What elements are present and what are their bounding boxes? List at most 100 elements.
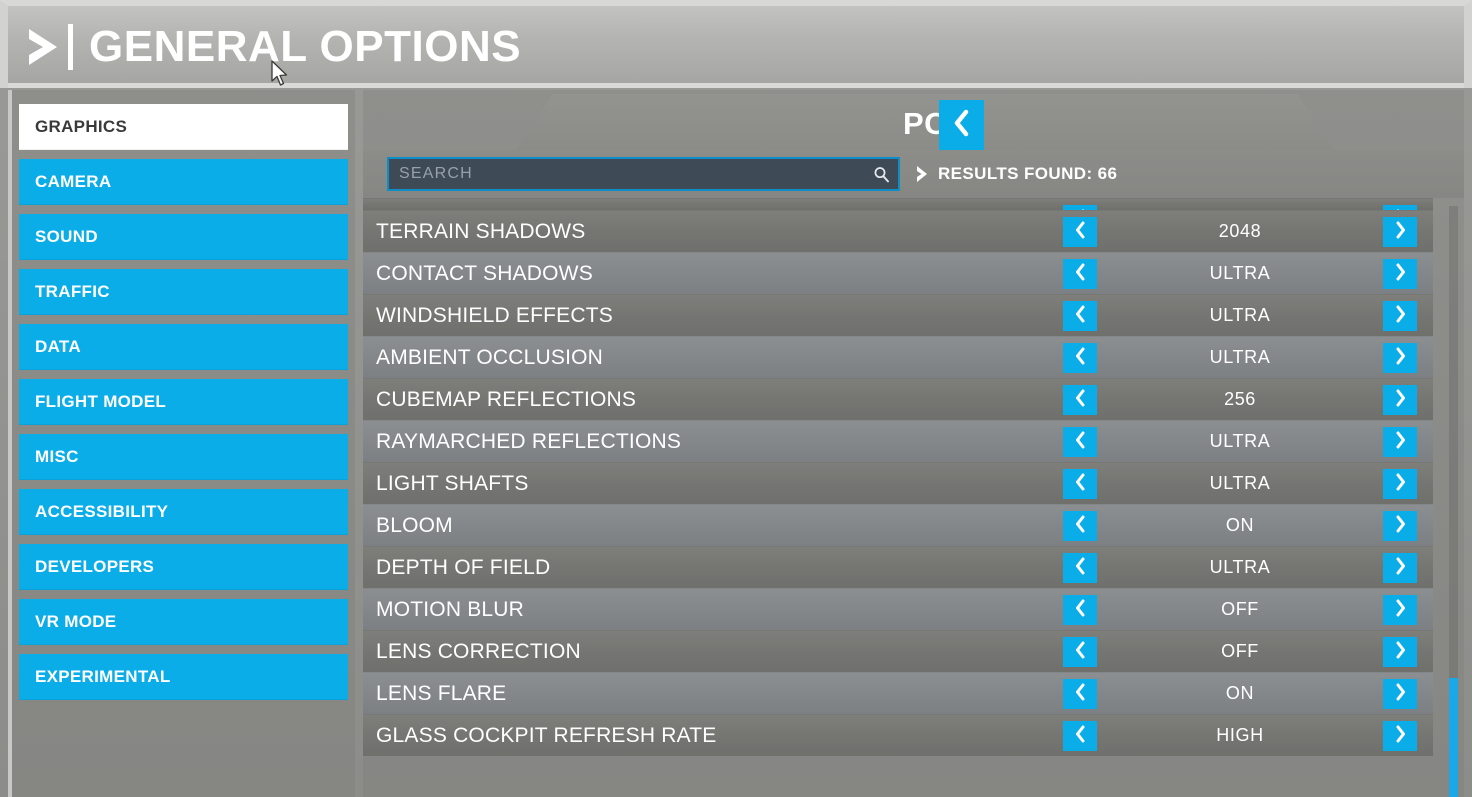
- table-row[interactable]: LENS CORRECTION OFF: [363, 630, 1433, 672]
- sidebar-item-label: GRAPHICS: [35, 117, 128, 136]
- setting-increase-button[interactable]: [1383, 427, 1417, 457]
- sidebar: GRAPHICS CAMERA SOUND TRAFFIC DATA FLIGHT MOD…: [8, 90, 355, 797]
- setting-increase-button[interactable]: [1383, 595, 1417, 625]
- sidebar-item-developers[interactable]: DEVELOPERS: [19, 544, 348, 590]
- table-row[interactable]: AMBIENT OCCLUSION ULTRA: [363, 336, 1433, 378]
- results-found: RESULTS FOUND: 66: [915, 158, 1117, 190]
- setting-increase-button[interactable]: [1383, 217, 1417, 247]
- setting-increase-button[interactable]: [1383, 637, 1417, 667]
- setting-decrease-button[interactable]: [1063, 511, 1097, 541]
- row-control: ULTRA: [1063, 253, 1433, 294]
- setting-value: OFF: [1221, 599, 1259, 619]
- setting-decrease-button[interactable]: [1063, 427, 1097, 457]
- sidebar-item-misc[interactable]: MISC: [19, 434, 348, 480]
- sidebar-item-label: TRAFFIC: [35, 282, 110, 301]
- setting-value: ULTRA: [1209, 347, 1271, 367]
- chevron-right-icon: [915, 165, 929, 183]
- row-control: OFF: [1063, 631, 1433, 672]
- setting-decrease-button[interactable]: [1063, 679, 1097, 709]
- setting-decrease-button[interactable]: [1063, 385, 1097, 415]
- setting-decrease-button[interactable]: [1063, 637, 1097, 667]
- table-row[interactable]: CUBEMAP REFLECTIONS 256: [363, 378, 1433, 420]
- search-icon[interactable]: [864, 159, 898, 189]
- table-row[interactable]: CONTACT SHADOWS ULTRA: [363, 252, 1433, 294]
- sidebar-item-label: FLIGHT MODEL: [35, 392, 167, 411]
- setting-decrease-button[interactable]: [1063, 721, 1097, 751]
- setting-increase-button[interactable]: [1383, 343, 1417, 373]
- sidebar-list: GRAPHICS CAMERA SOUND TRAFFIC DATA FLIGHT MOD…: [12, 104, 355, 700]
- table-row-partial: [363, 198, 1433, 210]
- setting-increase-button[interactable]: [1383, 259, 1417, 289]
- sidebar-item-label: DATA: [35, 337, 81, 356]
- setting-label: RAYMARCHED REFLECTIONS: [376, 429, 682, 453]
- sidebar-item-graphics[interactable]: GRAPHICS: [19, 104, 348, 150]
- chevron-left-icon: [1074, 683, 1087, 706]
- setting-value: ULTRA: [1209, 473, 1271, 493]
- table-row[interactable]: BLOOM ON: [363, 504, 1433, 546]
- setting-increase-button[interactable]: [1383, 679, 1417, 709]
- table-row[interactable]: RAYMARCHED REFLECTIONS ULTRA: [363, 420, 1433, 462]
- setting-label: LIGHT SHAFTS: [376, 471, 529, 495]
- table-row[interactable]: LIGHT SHAFTS ULTRA: [363, 462, 1433, 504]
- setting-label: AMBIENT OCCLUSION: [376, 345, 604, 369]
- sidebar-item-flight-model[interactable]: FLIGHT MODEL: [19, 379, 348, 425]
- sidebar-item-camera[interactable]: CAMERA: [19, 159, 348, 205]
- table-row[interactable]: WINDSHIELD EFFECTS ULTRA: [363, 294, 1433, 336]
- setting-value: ULTRA: [1209, 431, 1271, 451]
- setting-increase-button[interactable]: [1383, 469, 1417, 499]
- setting-value: ON: [1225, 515, 1255, 535]
- sidebar-item-label: MISC: [35, 447, 79, 466]
- chevron-left-icon: [1074, 641, 1087, 664]
- chevron-right-icon: [1394, 683, 1407, 706]
- chevron-left-icon: [1074, 389, 1087, 412]
- profile-prev-button[interactable]: [939, 100, 984, 150]
- sidebar-item-sound[interactable]: SOUND: [19, 214, 348, 260]
- setting-increase-button[interactable]: [1383, 511, 1417, 541]
- chevron-right-icon: [1394, 347, 1407, 370]
- profile-selector-background: PC: [511, 94, 1339, 157]
- row-control: ON: [1063, 505, 1433, 546]
- results-found-label: RESULTS FOUND: 66: [938, 164, 1118, 183]
- setting-decrease-button[interactable]: [1063, 343, 1097, 373]
- table-row[interactable]: LENS FLARE ON: [363, 672, 1433, 714]
- setting-increase-button[interactable]: [1383, 553, 1417, 583]
- sidebar-item-vr-mode[interactable]: VR MODE: [19, 599, 348, 645]
- search-input[interactable]: [389, 159, 864, 189]
- chevron-left-icon: [1074, 557, 1087, 580]
- row-control: [1063, 199, 1433, 210]
- setting-decrease-button[interactable]: [1063, 595, 1097, 625]
- chevron-right-icon: [1394, 389, 1407, 412]
- sidebar-item-label: VR MODE: [35, 612, 117, 631]
- setting-increase-button[interactable]: [1383, 385, 1417, 415]
- setting-decrease-button[interactable]: [1063, 259, 1097, 289]
- setting-label: LENS FLARE: [376, 681, 507, 705]
- setting-value: HIGH: [1216, 725, 1264, 745]
- row-control: OFF: [1063, 589, 1433, 630]
- table-row[interactable]: GLASS COCKPIT REFRESH RATE HIGH: [363, 714, 1433, 756]
- chevron-right-icon: [1394, 431, 1407, 454]
- sidebar-item-experimental[interactable]: EXPERIMENTAL: [19, 654, 348, 700]
- chevron-left-icon: [1074, 263, 1087, 286]
- chevron-left-icon: [1074, 599, 1087, 622]
- sidebar-item-traffic[interactable]: TRAFFIC: [19, 269, 348, 315]
- options-screen: GENERAL OPTIONS GRAPHICS CAMERA SOUND TRAFF…: [0, 0, 1472, 797]
- sidebar-item-data[interactable]: DATA: [19, 324, 348, 370]
- setting-label: MOTION BLUR: [376, 597, 525, 621]
- setting-decrease-button[interactable]: [1063, 301, 1097, 331]
- chevron-right-icon: [22, 22, 64, 72]
- setting-label: GLASS COCKPIT REFRESH RATE: [376, 723, 717, 747]
- search-field[interactable]: [387, 157, 900, 191]
- setting-label: DEPTH OF FIELD: [376, 555, 551, 579]
- table-row[interactable]: TERRAIN SHADOWS 2048: [363, 210, 1433, 252]
- setting-decrease-button[interactable]: [1063, 217, 1097, 247]
- table-row[interactable]: DEPTH OF FIELD ULTRA: [363, 546, 1433, 588]
- chevron-right-icon: [1394, 473, 1407, 496]
- setting-increase-button[interactable]: [1383, 301, 1417, 331]
- setting-decrease-button[interactable]: [1063, 553, 1097, 583]
- table-row[interactable]: MOTION BLUR OFF: [363, 588, 1433, 630]
- sidebar-item-accessibility[interactable]: ACCESSIBILITY: [19, 489, 348, 535]
- setting-increase-button[interactable]: [1383, 721, 1417, 751]
- setting-value: OFF: [1221, 641, 1259, 661]
- settings-scrollbar-thumb[interactable]: [1449, 678, 1458, 797]
- setting-decrease-button[interactable]: [1063, 469, 1097, 499]
